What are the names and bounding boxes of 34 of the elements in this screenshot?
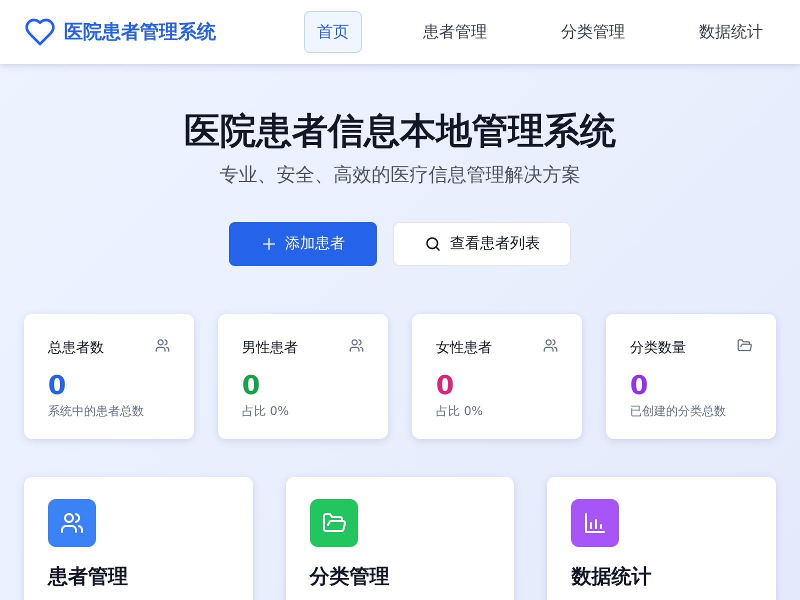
bar-chart-icon <box>583 510 608 535</box>
people-icon <box>60 510 84 535</box>
folder-icon <box>737 338 752 353</box>
plus-icon <box>261 236 277 252</box>
feature-title: 分类管理 <box>310 562 391 590</box>
stat-value: 0 <box>242 370 262 402</box>
search-icon <box>424 234 442 253</box>
nav-link[interactable]: 首页 <box>304 11 362 53</box>
hero-title: 医院患者信息本地管理系统 <box>183 110 617 154</box>
people-icon <box>543 338 558 353</box>
view-list-button[interactable]: 查看患者列表 <box>393 222 571 266</box>
stat-note: 占比 0% <box>436 402 484 420</box>
folder-icon <box>322 510 346 535</box>
stat-label: 男性患者 <box>242 338 298 358</box>
app-title: 医院患者管理系统 <box>64 20 216 45</box>
hero-subtitle: 专业、安全、高效的医疗信息管理解决方案 <box>218 163 582 188</box>
stat-value: 0 <box>436 370 456 402</box>
feature-title: 患者管理 <box>48 562 129 590</box>
feature-title: 数据统计 <box>571 562 652 590</box>
stat-note: 系统中的患者总数 <box>48 402 145 420</box>
add-patient-button[interactable]: 添加患者 <box>229 222 377 266</box>
people-icon <box>155 338 170 353</box>
stat-note: 占比 0% <box>242 402 290 420</box>
nav-link[interactable]: 分类管理 <box>548 11 638 53</box>
stat-value: 0 <box>48 370 68 402</box>
heart-icon <box>24 16 56 48</box>
stat-label: 女性患者 <box>436 338 492 358</box>
stat-value: 0 <box>630 370 650 402</box>
stat-label: 分类数量 <box>630 338 686 358</box>
nav-link[interactable]: 患者管理 <box>410 11 500 53</box>
nav-link[interactable]: 数据统计 <box>686 11 776 53</box>
stat-note: 已创建的分类总数 <box>630 402 727 420</box>
people-icon <box>349 338 364 353</box>
stat-label: 总患者数 <box>48 338 104 358</box>
